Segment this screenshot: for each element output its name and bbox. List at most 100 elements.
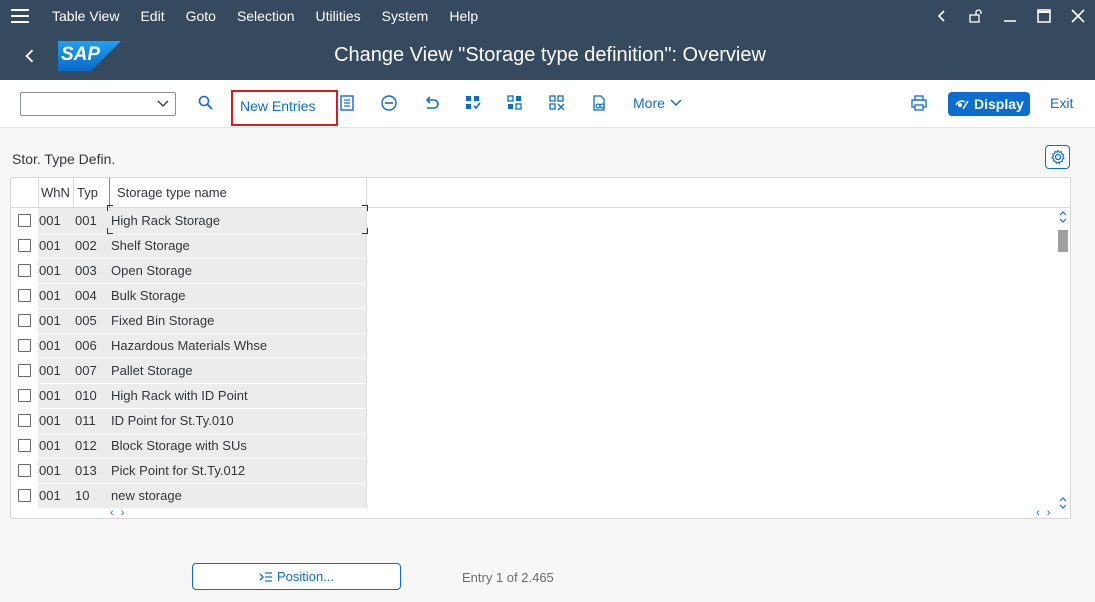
new-entries-button[interactable]: New Entries — [231, 90, 338, 126]
cell-storage-type-name[interactable]: Hazardous Materials Whse — [111, 338, 267, 353]
delete-icon[interactable] — [379, 93, 399, 113]
cell-typ[interactable]: 001 — [75, 213, 97, 228]
cell-storage-type-name[interactable]: new storage — [111, 488, 182, 503]
table-row[interactable]: 001 010 High Rack with ID Point — [11, 383, 366, 408]
table-row[interactable]: 001 013 Pick Point for St.Ty.012 — [11, 458, 366, 483]
column-header-whn[interactable]: WhN — [41, 185, 70, 200]
display-button[interactable]: Display — [948, 92, 1030, 116]
row-select-checkbox[interactable] — [18, 214, 31, 227]
cell-storage-type-name[interactable]: ID Point for St.Ty.010 — [111, 413, 234, 428]
exit-button[interactable]: Exit — [1050, 95, 1073, 111]
table-row[interactable]: 001 003 Open Storage — [11, 258, 366, 283]
undo-icon[interactable] — [421, 93, 441, 113]
cell-typ[interactable]: 007 — [75, 363, 97, 378]
row-select-checkbox[interactable] — [18, 364, 31, 377]
vertical-scrollbar[interactable] — [1056, 208, 1070, 510]
horizontal-scroll-arrows[interactable]: ‹ › — [1036, 507, 1052, 519]
cell-storage-type-name[interactable]: High Rack Storage — [111, 213, 220, 228]
cell-whn[interactable]: 001 — [39, 413, 61, 428]
cell-whn[interactable]: 001 — [39, 238, 61, 253]
select-block-icon[interactable] — [505, 93, 525, 113]
scroll-up-down-icon[interactable] — [1058, 496, 1068, 510]
row-select-checkbox[interactable] — [18, 239, 31, 252]
hamburger-menu-icon[interactable] — [0, 0, 40, 32]
cell-storage-type-name[interactable]: Pallet Storage — [111, 363, 193, 378]
cell-storage-type-name[interactable]: Pick Point for St.Ty.012 — [111, 463, 245, 478]
position-icon — [259, 571, 272, 582]
cell-whn[interactable]: 001 — [39, 388, 61, 403]
row-select-checkbox[interactable] — [18, 389, 31, 402]
cell-typ[interactable]: 10 — [75, 488, 89, 503]
cell-typ[interactable]: 005 — [75, 313, 97, 328]
row-select-checkbox[interactable] — [18, 339, 31, 352]
table-row[interactable]: 001 007 Pallet Storage — [11, 358, 366, 383]
unlock-icon[interactable] — [959, 0, 993, 32]
scroll-up-down-icon[interactable] — [1058, 210, 1068, 224]
cell-typ[interactable]: 013 — [75, 463, 97, 478]
command-field[interactable] — [20, 92, 176, 116]
row-select-checkbox[interactable] — [18, 314, 31, 327]
cell-whn[interactable]: 001 — [39, 438, 61, 453]
cell-storage-type-name[interactable]: Bulk Storage — [111, 288, 185, 303]
menu-table-view[interactable]: Table View — [52, 8, 119, 24]
cell-typ[interactable]: 006 — [75, 338, 97, 353]
minimize-icon[interactable] — [993, 0, 1027, 32]
column-header-storage-type-name[interactable]: Storage type name — [117, 185, 227, 200]
cell-whn[interactable]: 001 — [39, 363, 61, 378]
table-row[interactable]: 001 005 Fixed Bin Storage — [11, 308, 366, 333]
copy-as-icon[interactable] — [589, 93, 609, 113]
table-settings-button[interactable] — [1045, 145, 1070, 169]
cell-storage-type-name[interactable]: Fixed Bin Storage — [111, 313, 214, 328]
cell-whn[interactable]: 001 — [39, 488, 61, 503]
menu-goto[interactable]: Goto — [186, 8, 216, 24]
cell-whn[interactable]: 001 — [39, 463, 61, 478]
table-row[interactable]: 001 002 Shelf Storage — [11, 233, 366, 258]
print-icon[interactable] — [909, 93, 929, 113]
select-all-icon[interactable] — [463, 93, 483, 113]
cell-storage-type-name[interactable]: High Rack with ID Point — [111, 388, 248, 403]
table-row[interactable]: 001 10 new storage — [11, 483, 366, 508]
menu-utilities[interactable]: Utilities — [316, 8, 361, 24]
table-row[interactable]: 001 001 High Rack Storage — [11, 208, 366, 233]
menu-help[interactable]: Help — [449, 8, 478, 24]
menu-system[interactable]: System — [382, 8, 429, 24]
cell-storage-type-name[interactable]: Block Storage with SUs — [111, 438, 247, 453]
cell-whn[interactable]: 001 — [39, 263, 61, 278]
cell-typ[interactable]: 010 — [75, 388, 97, 403]
position-button[interactable]: Position... — [192, 563, 401, 590]
chevron-down-icon[interactable] — [156, 97, 170, 111]
menu-selection[interactable]: Selection — [237, 8, 295, 24]
close-icon[interactable] — [1061, 0, 1095, 32]
row-select-checkbox[interactable] — [18, 489, 31, 502]
cell-typ[interactable]: 004 — [75, 288, 97, 303]
menu-edit[interactable]: Edit — [140, 8, 164, 24]
cell-whn[interactable]: 001 — [39, 213, 61, 228]
details-icon[interactable] — [337, 93, 357, 113]
collapse-left-icon[interactable] — [925, 0, 959, 32]
table-row[interactable]: 001 012 Block Storage with SUs — [11, 433, 366, 458]
table-row[interactable]: 001 006 Hazardous Materials Whse — [11, 333, 366, 358]
row-select-checkbox[interactable] — [18, 464, 31, 477]
cell-whn[interactable]: 001 — [39, 338, 61, 353]
cell-typ[interactable]: 003 — [75, 263, 97, 278]
cell-storage-type-name[interactable]: Shelf Storage — [111, 238, 190, 253]
maximize-icon[interactable] — [1027, 0, 1061, 32]
row-select-checkbox[interactable] — [18, 264, 31, 277]
table-row[interactable]: 001 004 Bulk Storage — [11, 283, 366, 308]
search-icon[interactable] — [196, 93, 216, 113]
cell-typ[interactable]: 011 — [75, 413, 96, 428]
row-select-checkbox[interactable] — [18, 289, 31, 302]
column-header-typ[interactable]: Typ — [77, 185, 98, 200]
table-row[interactable]: 001 011 ID Point for St.Ty.010 — [11, 408, 366, 433]
cell-storage-type-name[interactable]: Open Storage — [111, 263, 192, 278]
more-button[interactable]: More — [633, 95, 682, 111]
horizontal-scroll-arrows[interactable]: ‹ › — [110, 507, 126, 519]
scroll-thumb[interactable] — [1058, 230, 1068, 252]
cell-whn[interactable]: 001 — [39, 288, 61, 303]
row-select-checkbox[interactable] — [18, 414, 31, 427]
cell-typ[interactable]: 012 — [75, 438, 97, 453]
cell-typ[interactable]: 002 — [75, 238, 97, 253]
cell-whn[interactable]: 001 — [39, 313, 61, 328]
deselect-all-icon[interactable] — [547, 93, 567, 113]
row-select-checkbox[interactable] — [18, 439, 31, 452]
